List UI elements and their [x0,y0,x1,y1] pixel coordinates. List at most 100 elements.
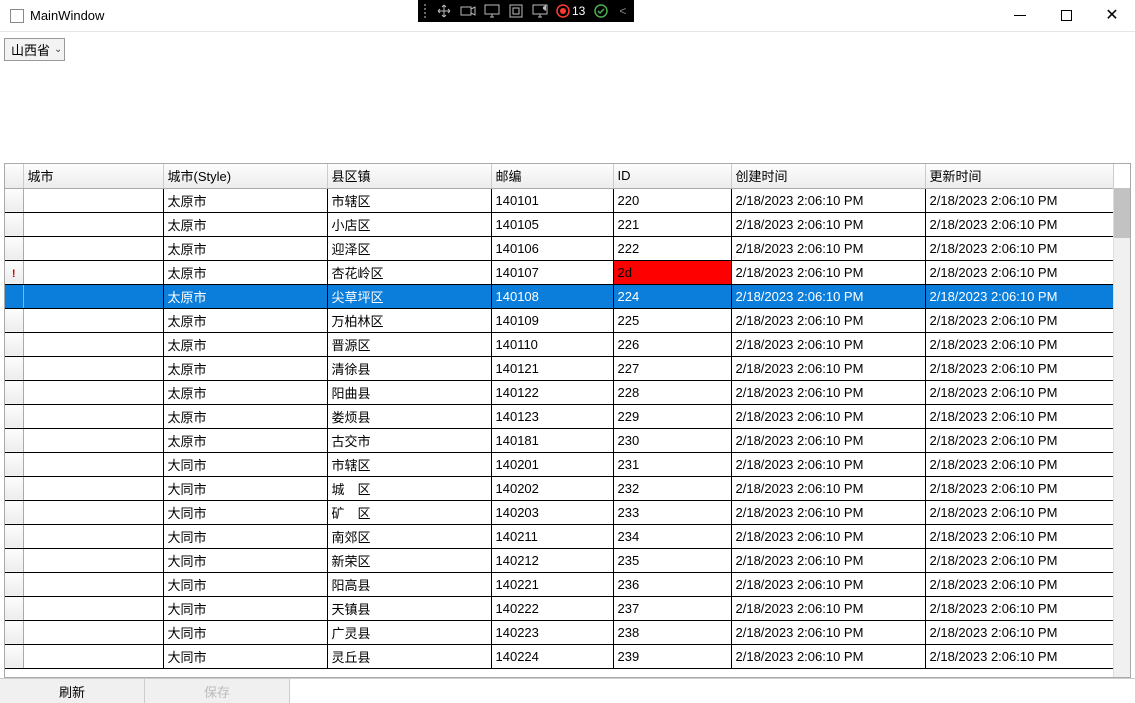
cell-city-style[interactable]: 大同市 [163,452,327,476]
cell-created[interactable]: 2/18/2023 2:06:10 PM [731,212,925,236]
row-header[interactable] [5,284,23,308]
cell-city-style[interactable]: 大同市 [163,476,327,500]
cell-city[interactable] [23,356,163,380]
cell-postal[interactable]: 140122 [491,380,613,404]
cell-district[interactable]: 杏花岭区 [327,260,491,284]
row-header-corner[interactable] [5,164,23,188]
cell-district[interactable]: 市辖区 [327,452,491,476]
cell-created[interactable]: 2/18/2023 2:06:10 PM [731,572,925,596]
cell-postal[interactable]: 140110 [491,332,613,356]
table-row[interactable]: 大同市广灵县1402232382/18/2023 2:06:10 PM2/18/… [5,620,1113,644]
cell-postal[interactable]: 140221 [491,572,613,596]
cell-id[interactable]: 239 [613,644,731,668]
cell-city[interactable] [23,308,163,332]
cell-postal[interactable]: 140121 [491,356,613,380]
table-row[interactable]: 太原市娄烦县1401232292/18/2023 2:06:10 PM2/18/… [5,404,1113,428]
cell-city-style[interactable]: 大同市 [163,596,327,620]
cell-created[interactable]: 2/18/2023 2:06:10 PM [731,500,925,524]
cell-district[interactable]: 娄烦县 [327,404,491,428]
table-row[interactable]: 太原市迎泽区1401062222/18/2023 2:06:10 PM2/18/… [5,236,1113,260]
col-district[interactable]: 县区镇 [327,164,491,188]
cell-postal[interactable]: 140223 [491,620,613,644]
cell-postal[interactable]: 140224 [491,644,613,668]
cell-created[interactable]: 2/18/2023 2:06:10 PM [731,452,925,476]
cell-updated[interactable]: 2/18/2023 2:06:10 PM [925,572,1113,596]
cell-created[interactable]: 2/18/2023 2:06:10 PM [731,644,925,668]
cell-postal[interactable]: 140101 [491,188,613,212]
recorder-ok-icon[interactable] [589,1,613,21]
cell-id[interactable]: 221 [613,212,731,236]
row-header[interactable] [5,188,23,212]
table-row[interactable]: 大同市矿 区1402032332/18/2023 2:06:10 PM2/18/… [5,500,1113,524]
province-select[interactable]: 山西省 ⌄ [4,38,65,61]
cell-postal[interactable]: 140211 [491,524,613,548]
cell-id[interactable]: 2d [613,260,731,284]
row-header[interactable] [5,500,23,524]
refresh-button[interactable]: 刷新 [0,679,145,703]
row-header[interactable] [5,524,23,548]
cell-district[interactable]: 矿 区 [327,500,491,524]
cell-created[interactable]: 2/18/2023 2:06:10 PM [731,596,925,620]
table-row[interactable]: 大同市新荣区1402122352/18/2023 2:06:10 PM2/18/… [5,548,1113,572]
cell-id[interactable]: 228 [613,380,731,404]
table-row[interactable]: 大同市阳高县1402212362/18/2023 2:06:10 PM2/18/… [5,572,1113,596]
cell-id[interactable]: 224 [613,284,731,308]
cell-postal[interactable]: 140212 [491,548,613,572]
cell-updated[interactable]: 2/18/2023 2:06:10 PM [925,356,1113,380]
cell-city-style[interactable]: 太原市 [163,356,327,380]
cell-district[interactable]: 小店区 [327,212,491,236]
row-header[interactable] [5,308,23,332]
cell-city-style[interactable]: 太原市 [163,188,327,212]
table-row[interactable]: 太原市阳曲县1401222282/18/2023 2:06:10 PM2/18/… [5,380,1113,404]
maximize-button[interactable] [1043,0,1089,32]
cell-city[interactable] [23,572,163,596]
cell-updated[interactable]: 2/18/2023 2:06:10 PM [925,548,1113,572]
table-row[interactable]: 太原市古交市1401812302/18/2023 2:06:10 PM2/18/… [5,428,1113,452]
cell-created[interactable]: 2/18/2023 2:06:10 PM [731,428,925,452]
recorder-camera-icon[interactable] [456,1,480,21]
cell-city[interactable] [23,260,163,284]
col-city[interactable]: 城市 [23,164,163,188]
cell-district[interactable]: 迎泽区 [327,236,491,260]
cell-city[interactable] [23,452,163,476]
cell-postal[interactable]: 140203 [491,500,613,524]
row-header[interactable] [5,644,23,668]
cell-district[interactable]: 古交市 [327,428,491,452]
cell-id[interactable]: 238 [613,620,731,644]
table-row[interactable]: 太原市小店区1401052212/18/2023 2:06:10 PM2/18/… [5,212,1113,236]
cell-created[interactable]: 2/18/2023 2:06:10 PM [731,284,925,308]
cell-updated[interactable]: 2/18/2023 2:06:10 PM [925,596,1113,620]
recorder-drag-handle-icon[interactable] [420,4,430,18]
cell-updated[interactable]: 2/18/2023 2:06:10 PM [925,524,1113,548]
row-header[interactable] [5,452,23,476]
cell-city-style[interactable]: 大同市 [163,572,327,596]
cell-id[interactable]: 233 [613,500,731,524]
recorder-collapse-icon[interactable]: < [613,4,632,18]
cell-id[interactable]: 230 [613,428,731,452]
cell-city[interactable] [23,428,163,452]
cell-updated[interactable]: 2/18/2023 2:06:10 PM [925,236,1113,260]
cell-created[interactable]: 2/18/2023 2:06:10 PM [731,356,925,380]
cell-city[interactable] [23,620,163,644]
cell-city-style[interactable]: 大同市 [163,548,327,572]
cell-city[interactable] [23,212,163,236]
cell-city-style[interactable]: 太原市 [163,260,327,284]
cell-city[interactable] [23,476,163,500]
cell-city-style[interactable]: 大同市 [163,644,327,668]
row-header[interactable] [5,620,23,644]
table-row[interactable]: 太原市市辖区1401012202/18/2023 2:06:10 PM2/18/… [5,188,1113,212]
cell-city[interactable] [23,596,163,620]
cell-updated[interactable]: 2/18/2023 2:06:10 PM [925,644,1113,668]
cell-district[interactable]: 市辖区 [327,188,491,212]
cell-created[interactable]: 2/18/2023 2:06:10 PM [731,524,925,548]
cell-updated[interactable]: 2/18/2023 2:06:10 PM [925,500,1113,524]
row-header[interactable] [5,428,23,452]
cell-created[interactable]: 2/18/2023 2:06:10 PM [731,188,925,212]
cell-district[interactable]: 阳高县 [327,572,491,596]
cell-id[interactable]: 225 [613,308,731,332]
row-header[interactable] [5,548,23,572]
cell-updated[interactable]: 2/18/2023 2:06:10 PM [925,404,1113,428]
row-header[interactable] [5,356,23,380]
vertical-scrollbar-thumb[interactable] [1113,188,1130,238]
cell-city[interactable] [23,644,163,668]
